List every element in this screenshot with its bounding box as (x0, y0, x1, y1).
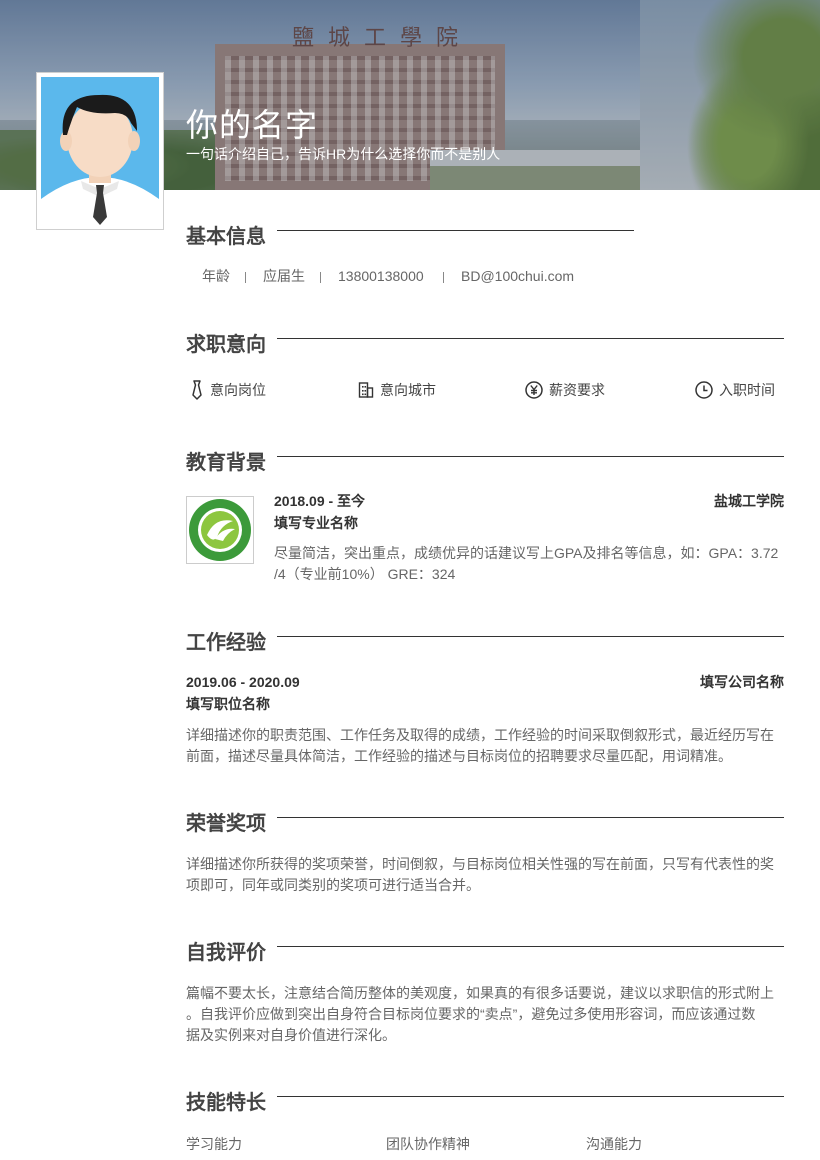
yen-icon (525, 381, 543, 399)
section-title-honors: 荣誉奖项 (186, 813, 266, 835)
info-email: BD@100chui.com (461, 268, 575, 284)
education-desc-line2: /4（专业前10%） GRE：324 (274, 566, 456, 582)
intent-salary-label: 薪资要求 (549, 382, 605, 398)
self-eval-line3: 据及实例来对自身价值进行深化。 (186, 1027, 396, 1043)
skill-item: 团队协作精神 (386, 1136, 470, 1152)
intent-position-label: 意向岗位 (210, 382, 266, 398)
education-school: 盐城工学院 (714, 493, 784, 509)
info-separator (320, 272, 321, 283)
section-divider (277, 636, 784, 637)
info-separator (245, 272, 246, 283)
intent-city: 意向城市 (358, 380, 436, 400)
honors-desc-line1: 详细描述你所获得的奖项荣誉，时间倒叙，与目标岗位相关性强的写在前面，只写有代表性… (186, 856, 774, 872)
tie-icon (192, 380, 202, 400)
section-divider (277, 946, 784, 947)
school-emblem-icon (189, 499, 251, 561)
intent-salary: 薪资要求 (525, 380, 605, 400)
intent-start-date-label: 入职时间 (719, 382, 775, 398)
work-position: 填写职位名称 (186, 696, 270, 712)
intent-start-date: 入职时间 (695, 380, 775, 400)
clock-icon (695, 381, 713, 399)
info-phone: 13800138000 (338, 268, 424, 284)
info-status: 应届生 (263, 268, 305, 284)
school-logo (186, 496, 254, 564)
info-age: 年龄 (202, 268, 230, 284)
section-divider (277, 230, 634, 231)
section-divider (277, 817, 784, 818)
intent-position: 意向岗位 (190, 380, 266, 400)
section-title-basic-info: 基本信息 (186, 226, 266, 248)
candidate-tagline: 一句话介绍自己，告诉HR为什么选择你而不是别人 (186, 146, 501, 162)
skill-item: 学习能力 (186, 1136, 242, 1152)
self-eval-line2: 。自我评价应做到突出自身符合目标岗位要求的“卖点”，避免过多使用形容词，而应该通… (186, 1006, 756, 1022)
section-divider (277, 1096, 784, 1097)
section-divider (277, 456, 784, 457)
section-title-skills: 技能特长 (186, 1092, 266, 1114)
education-desc-line1: 尽量简洁，突出重点，成绩优异的话建议写上GPA及排名等信息，如：GPA：3.72 (274, 545, 779, 561)
work-period: 2019.06 - 2020.09 (186, 674, 300, 690)
self-eval-line1: 篇幅不要太长，注意结合简历整体的美观度，如果真的有很多话要说，建议以求职信的形式… (186, 985, 774, 1001)
intent-city-label: 意向城市 (380, 382, 436, 398)
education-period: 2018.09 - 至今 (274, 493, 366, 509)
building-icon (358, 382, 374, 398)
section-title-self-eval: 自我评价 (186, 942, 266, 964)
honors-desc-line2: 项即可，同年或同类别的奖项可进行适当合并。 (186, 877, 480, 893)
candidate-name: 你的名字 (186, 106, 319, 144)
section-title-education: 教育背景 (186, 452, 266, 474)
section-divider (277, 338, 784, 339)
education-major: 填写专业名称 (274, 515, 358, 531)
section-title-job-intent: 求职意向 (186, 334, 266, 356)
avatar-person-icon (41, 77, 159, 225)
work-company: 填写公司名称 (700, 674, 784, 690)
skill-item: 沟通能力 (586, 1136, 642, 1152)
avatar (36, 72, 164, 230)
info-separator (443, 272, 444, 283)
work-desc-line2: 前面，描述尽量具体简洁，工作经验的描述与目标岗位的招聘要求尽量匹配，用词精准。 (186, 748, 732, 764)
work-desc-line1: 详细描述你的职责范围、工作任务及取得的成绩，工作经验的时间采取倒叙形式，最近经历… (186, 727, 774, 743)
section-title-work: 工作经验 (186, 632, 266, 654)
